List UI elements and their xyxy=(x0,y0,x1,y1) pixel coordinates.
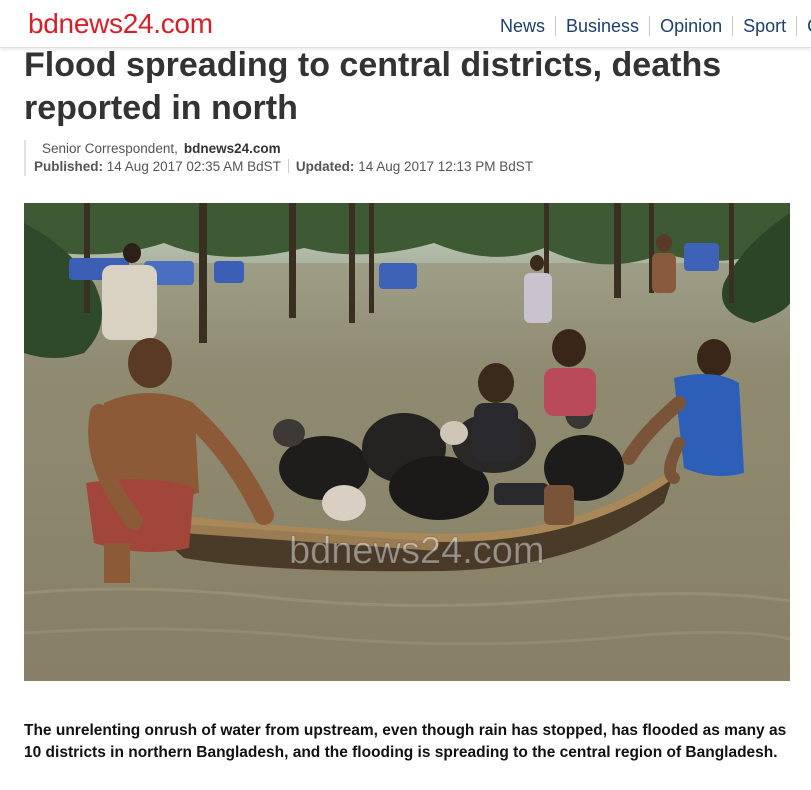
main-nav: News Business Opinion Sport C xyxy=(490,16,811,36)
published-date: 14 Aug 2017 02:35 AM BdST xyxy=(106,159,281,174)
article-lead: The unrelenting onrush of water from ups… xyxy=(24,722,787,761)
nav-item-opinion[interactable]: Opinion xyxy=(649,16,732,36)
site-logo[interactable]: bdnews24.com xyxy=(28,8,213,40)
date-divider xyxy=(287,159,289,173)
article-title: Flood spreading to central districts, de… xyxy=(24,46,722,127)
updated-label: Updated: xyxy=(295,159,355,174)
byline: Senior Correspondent, bdnews24.com xyxy=(34,140,533,158)
published-label: Published: xyxy=(34,159,104,174)
author-site: bdnews24.com xyxy=(183,141,281,156)
nav-item-business[interactable]: Business xyxy=(555,16,649,36)
article-dates: Published: 14 Aug 2017 02:35 AM BdST Upda… xyxy=(34,158,533,176)
nav-item-news[interactable]: News xyxy=(490,16,555,36)
article-photo: bdnews24.com xyxy=(24,203,790,681)
article-meta: Senior Correspondent, bdnews24.com Publis… xyxy=(24,140,533,176)
nav-item-more[interactable]: C xyxy=(796,16,811,36)
photo-watermark: bdnews24.com xyxy=(289,530,545,572)
nav-item-sport[interactable]: Sport xyxy=(732,16,796,36)
site-header: bdnews24.com News Business Opinion Sport… xyxy=(0,0,811,48)
author-name: Senior Correspondent, xyxy=(42,141,178,156)
updated-date: 14 Aug 2017 12:13 PM BdST xyxy=(358,159,534,174)
flood-photo-illustration: bdnews24.com xyxy=(24,203,790,681)
